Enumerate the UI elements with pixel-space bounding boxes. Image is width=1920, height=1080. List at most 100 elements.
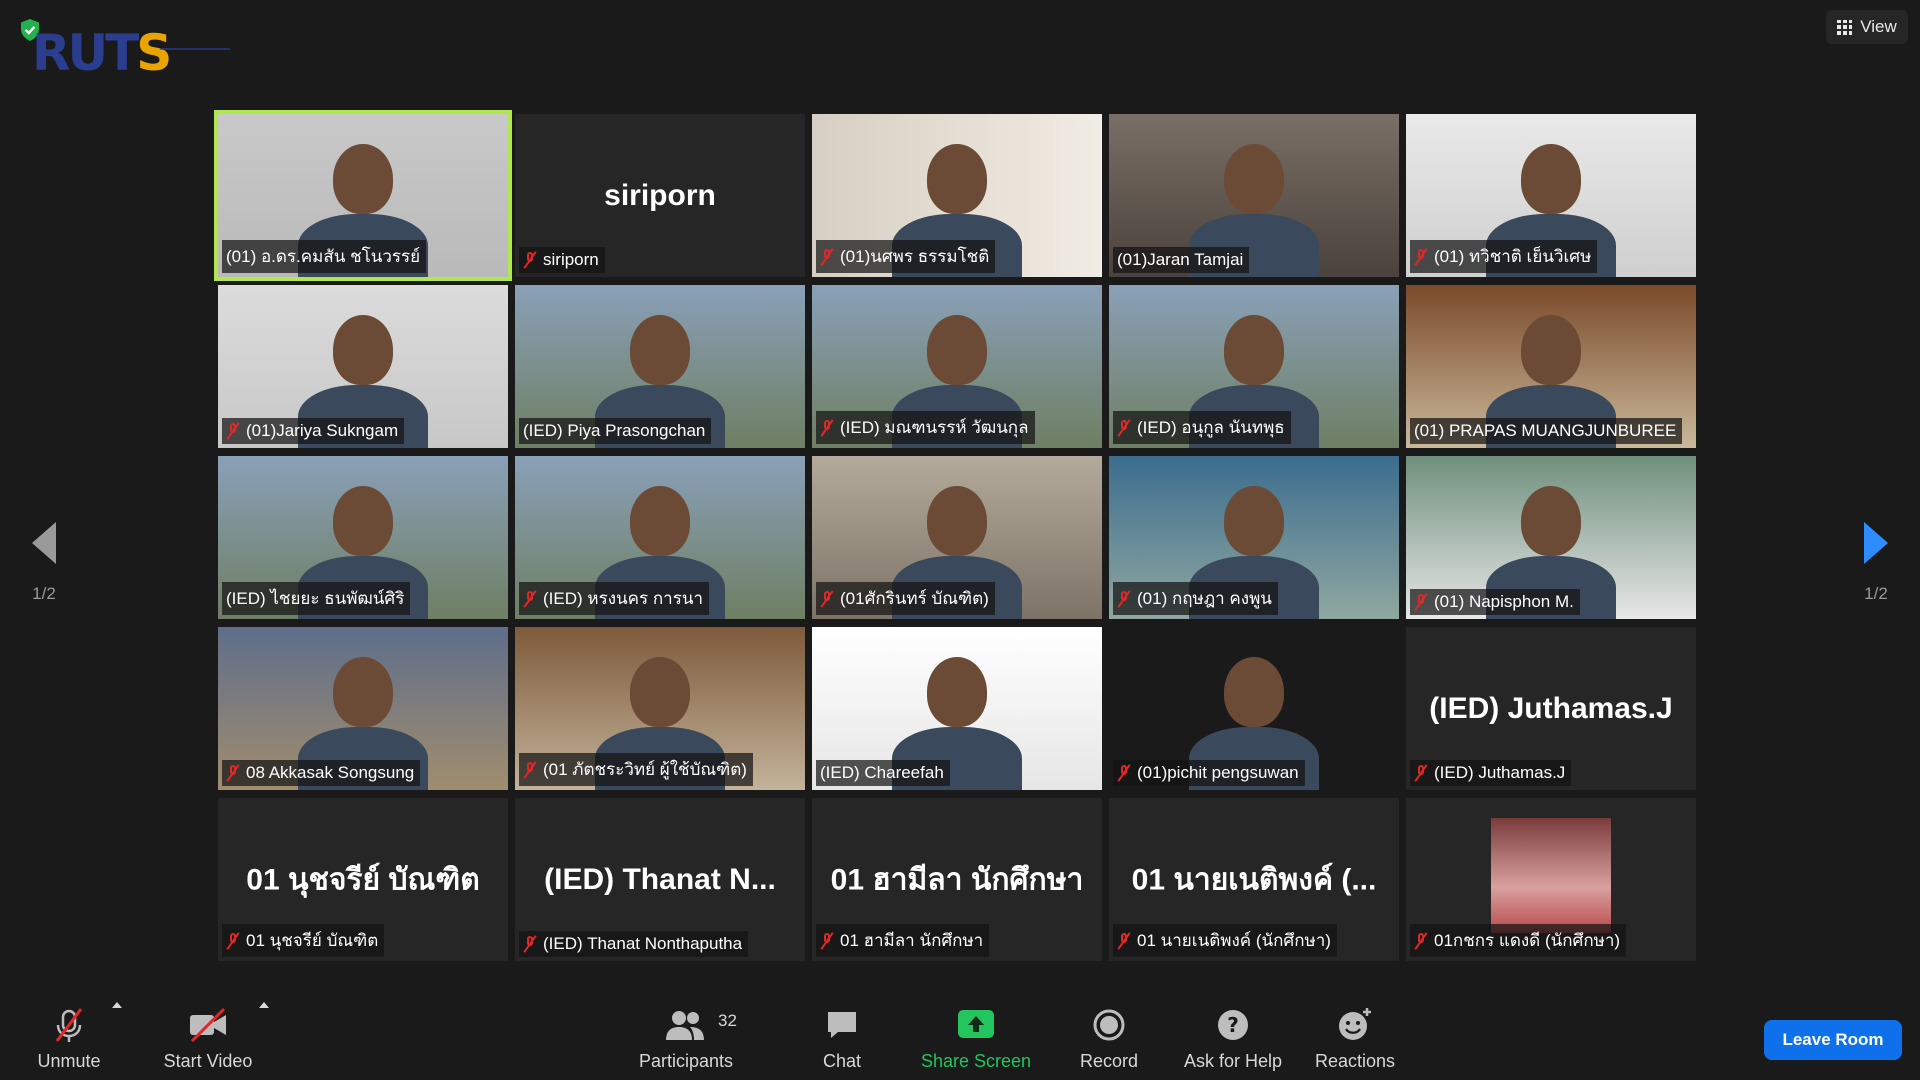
participant-silhouette-head bbox=[333, 144, 393, 214]
participant-tile[interactable]: 08 Akkasak Songsung bbox=[218, 627, 508, 790]
participant-tile[interactable]: siriporn siriporn bbox=[515, 114, 805, 277]
participant-tile[interactable]: 01 นายเนติพงค์ (... 01 นายเนติพงค์ (นักศึ… bbox=[1109, 798, 1399, 961]
participant-tile[interactable]: 01กชกร แดงดี (นักศึกษา) bbox=[1406, 798, 1696, 961]
participant-tile[interactable]: (01) อ.ดร.คมสัน ชโนวรรย์ bbox=[214, 110, 512, 281]
participant-tile[interactable]: (01)pichit pengsuwan bbox=[1109, 627, 1399, 790]
participant-display-name: siriporn bbox=[604, 178, 716, 212]
participant-tile[interactable]: (01) PRAPAS MUANGJUNBUREE bbox=[1406, 285, 1696, 448]
participant-silhouette-head bbox=[630, 486, 690, 556]
muted-microphone-icon bbox=[226, 932, 240, 950]
participant-name: 08 Akkasak Songsung bbox=[246, 763, 415, 782]
reactions-button[interactable]: Reactions bbox=[1312, 1005, 1398, 1072]
chat-icon bbox=[828, 1012, 856, 1038]
participant-tile[interactable]: (IED) หรงนคร การนา bbox=[515, 456, 805, 619]
participant-name-label: (IED) ไชยยะ ธนพัฒน์ศิริ bbox=[222, 582, 411, 615]
arrow-right-icon bbox=[1864, 522, 1888, 564]
participant-tile[interactable]: (01) ทวิชาติ เย็นวิเศษ bbox=[1406, 114, 1696, 277]
chat-button[interactable]: Chat bbox=[812, 1005, 872, 1072]
participant-tile[interactable]: (IED) มณฑนรรห์ วัฒนกุล bbox=[812, 285, 1102, 448]
muted-microphone-icon bbox=[523, 935, 537, 953]
participants-button[interactable]: Participants 32 bbox=[636, 1005, 737, 1072]
leave-room-button[interactable]: Leave Room bbox=[1764, 1020, 1902, 1060]
participant-silhouette-head bbox=[927, 486, 987, 556]
next-page-button[interactable]: 1/2 bbox=[1846, 510, 1906, 603]
unmute-button[interactable]: Unmute bbox=[28, 1005, 110, 1072]
muted-microphone-icon bbox=[226, 764, 240, 782]
participant-name-label: (IED) Chareefah bbox=[816, 760, 950, 786]
participant-name: (01)Jariya Sukngam bbox=[246, 421, 399, 440]
participant-name-label: (01ศักรินทร์ บัณฑิต) bbox=[816, 582, 995, 615]
previous-page-button[interactable]: 1/2 bbox=[14, 510, 74, 603]
participant-name: siriporn bbox=[543, 250, 599, 269]
muted-microphone-icon bbox=[820, 590, 834, 608]
participant-name: (01 ภัตชระวิทย์ ผู้ใช้บัณฑิต) bbox=[543, 760, 747, 779]
participant-tile[interactable]: (IED) Chareefah bbox=[812, 627, 1102, 790]
audio-options-caret-icon[interactable] bbox=[112, 1002, 122, 1008]
profile-picture bbox=[1491, 818, 1611, 933]
participant-name: (IED) มณฑนรรห์ วัฒนกุล bbox=[840, 418, 1029, 437]
participant-name: (01)นศพร ธรรมโชติ bbox=[840, 247, 990, 266]
participant-name-label: (01) กฤษฎา คงพูน bbox=[1113, 582, 1278, 615]
muted-microphone-icon bbox=[820, 419, 834, 437]
participant-silhouette-head bbox=[1224, 315, 1284, 385]
muted-microphone-icon bbox=[1414, 932, 1428, 950]
muted-microphone-icon bbox=[1414, 764, 1428, 782]
start-video-label: Start Video bbox=[163, 1051, 253, 1071]
svg-text:?: ? bbox=[1227, 1013, 1239, 1037]
muted-microphone-icon bbox=[523, 761, 537, 779]
participant-name: 01 ฮามีลา นักศึกษา bbox=[840, 931, 984, 950]
participant-name-label: siriporn bbox=[519, 247, 605, 273]
participant-name-label: (01) Napisphon M. bbox=[1410, 589, 1580, 615]
participant-name-label: (IED) มณฑนรรห์ วัฒนกุล bbox=[816, 411, 1035, 444]
participant-silhouette-head bbox=[1521, 486, 1581, 556]
muted-microphone-icon bbox=[820, 248, 834, 266]
view-button[interactable]: View bbox=[1826, 10, 1908, 44]
participant-silhouette-head bbox=[1521, 144, 1581, 214]
chat-label: Chat bbox=[822, 1051, 862, 1071]
participant-name: (IED) Juthamas.J bbox=[1434, 763, 1566, 782]
video-options-caret-icon[interactable] bbox=[259, 1002, 269, 1008]
participant-name: (01) PRAPAS MUANGJUNBUREE bbox=[1414, 421, 1677, 440]
share-screen-button[interactable]: Share Screen bbox=[918, 1005, 1034, 1072]
participant-name: (IED) Thanat Nonthaputha bbox=[543, 934, 743, 953]
participants-icon bbox=[666, 1011, 704, 1040]
participant-tile[interactable]: (01) Napisphon M. bbox=[1406, 456, 1696, 619]
participant-name: 01กชกร แดงดี (นักศึกษา) bbox=[1434, 931, 1621, 950]
participant-display-name: (IED) Juthamas.J bbox=[1429, 691, 1673, 725]
participant-tile[interactable]: (IED) Piya Prasongchan bbox=[515, 285, 805, 448]
participant-tile[interactable]: (IED) Thanat N... (IED) Thanat Nonthaputh… bbox=[515, 798, 805, 961]
muted-microphone-icon bbox=[1414, 248, 1428, 266]
page-indicator-left: 1/2 bbox=[32, 584, 56, 603]
record-button[interactable]: Record bbox=[1076, 1005, 1142, 1072]
participant-name-label: (IED) Thanat Nonthaputha bbox=[519, 931, 749, 957]
logo-text: RUTS bbox=[32, 24, 172, 82]
participant-silhouette-head bbox=[927, 657, 987, 727]
participant-tile[interactable]: (IED) Juthamas.J (IED) Juthamas.J bbox=[1406, 627, 1696, 790]
participant-tile[interactable]: (01)Jariya Sukngam bbox=[218, 285, 508, 448]
start-video-button[interactable]: Start Video bbox=[156, 1005, 260, 1072]
participant-tile[interactable]: (01 ภัตชระวิทย์ ผู้ใช้บัณฑิต) bbox=[515, 627, 805, 790]
participant-tile[interactable]: 01 นุชจรีย์ บัณฑิต 01 นุชจรีย์ บัณฑิต bbox=[218, 798, 508, 961]
participant-name-label: (01 ภัตชระวิทย์ ผู้ใช้บัณฑิต) bbox=[519, 753, 753, 786]
participant-name: (IED) หรงนคร การนา bbox=[543, 589, 704, 608]
participant-tile[interactable]: (01ศักรินทร์ บัณฑิต) bbox=[812, 456, 1102, 619]
participant-silhouette-head bbox=[1224, 144, 1284, 214]
muted-microphone-icon bbox=[226, 422, 240, 440]
muted-microphone-icon bbox=[1117, 590, 1131, 608]
participant-name-label: 01 นุชจรีย์ บัณฑิต bbox=[222, 924, 385, 957]
participant-name-label: (01) ทวิชาติ เย็นวิเศษ bbox=[1410, 240, 1598, 273]
participant-tile[interactable]: (01)Jaran Tamjai bbox=[1109, 114, 1399, 277]
participant-tile[interactable]: (01) กฤษฎา คงพูน bbox=[1109, 456, 1399, 619]
participant-silhouette-head bbox=[1224, 657, 1284, 727]
ask-for-help-button[interactable]: ? Ask for Help bbox=[1178, 1005, 1288, 1072]
participant-name-label: (IED) Piya Prasongchan bbox=[519, 418, 712, 444]
reactions-label: Reactions bbox=[1314, 1051, 1396, 1071]
participant-tile[interactable]: (IED) อนุกูล นันทพุธ bbox=[1109, 285, 1399, 448]
participant-name: (IED) ไชยยะ ธนพัฒน์ศิริ bbox=[226, 589, 405, 608]
participant-display-name: 01 นุชจรีย์ บัณฑิต bbox=[246, 863, 480, 896]
participant-name-label: (01)นศพร ธรรมโชติ bbox=[816, 240, 996, 273]
participant-name-label: 01กชกร แดงดี (นักศึกษา) bbox=[1410, 924, 1627, 957]
participant-tile[interactable]: (IED) ไชยยะ ธนพัฒน์ศิริ bbox=[218, 456, 508, 619]
participant-tile[interactable]: (01)นศพร ธรรมโชติ bbox=[812, 114, 1102, 277]
participant-tile[interactable]: 01 ฮามีลา นักศึกษา 01 ฮามีลา นักศึกษา bbox=[812, 798, 1102, 961]
